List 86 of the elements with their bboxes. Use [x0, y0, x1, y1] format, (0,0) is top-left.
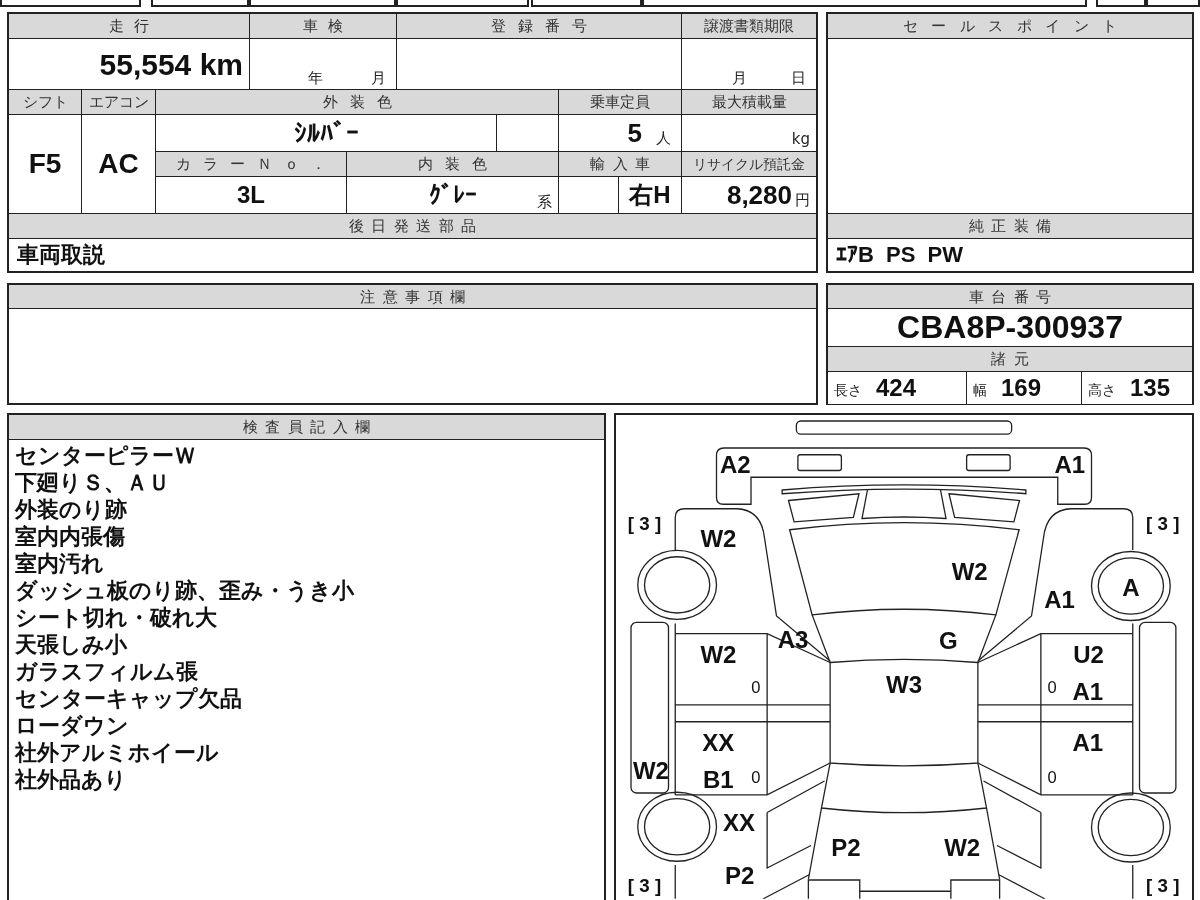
inspection-note: 社外アルミホイール [15, 739, 219, 766]
damage-code: W2 [700, 640, 737, 668]
capacity-unit: 人 [656, 131, 671, 149]
field-label: 車台番号 [828, 285, 1193, 309]
damage-code: P2 [831, 833, 861, 861]
equipment-value: ｴｱB PS PW [836, 242, 963, 268]
inspection-note: センターピラーＷ [15, 442, 196, 469]
damage-code: P2 [725, 862, 755, 889]
inspection-note: 社外品あり [15, 766, 127, 793]
inspection-note: ガラスフィルム張 [15, 658, 198, 685]
damage-code: W2 [700, 524, 737, 552]
field-label: 純正装備 [828, 214, 1193, 239]
inspection-note: ローダウン [15, 712, 129, 739]
inspection-note: 外装のり跡 [15, 496, 127, 523]
damage-code: A [1122, 574, 1140, 601]
inspection-note: 室内内張傷 [15, 523, 125, 550]
damage-code: W3 [886, 670, 922, 698]
shift-value: F5 [28, 148, 62, 180]
day-unit: 日 [791, 71, 806, 86]
inspection-note: 下廻りＳ、ＡＵ [15, 469, 170, 496]
inspection-note: 天張しみ小 [15, 631, 127, 658]
field-label: 注意事項欄 [9, 285, 817, 309]
tread-depth-mark: [ 3 ] [1146, 874, 1180, 896]
spec-value: 169 [1001, 374, 1042, 402]
mileage-value: 55,554 km [99, 47, 243, 81]
capacity-value: 5 [627, 118, 642, 148]
damage-code: XX [723, 808, 755, 836]
spec-label: 幅 [973, 381, 987, 400]
interior-color-value: ｸﾞﾚｰ [428, 181, 477, 209]
field-label: 諸元 [828, 347, 1193, 372]
color-suffix: 系 [537, 195, 553, 213]
damage-code: XX [702, 728, 735, 756]
chassis-number-value: CBA8P-300937 [897, 309, 1123, 346]
exterior-color-value: ｼﾙﾊﾞｰ [293, 118, 359, 148]
damage-code: A2 [719, 451, 751, 479]
spec-value: 135 [1130, 374, 1171, 402]
digit-mark: 0 [751, 768, 761, 787]
currency-unit: 円 [795, 193, 810, 211]
inspection-note: 室内汚れ [15, 550, 104, 577]
month-unit: 月 [732, 71, 747, 86]
damage-code: A1 [1072, 728, 1104, 756]
field-label: カラーＮｏ． [156, 152, 347, 177]
damage-code: A1 [1072, 677, 1104, 705]
damage-code: W2 [632, 757, 669, 784]
digit-mark: 0 [1047, 768, 1057, 787]
field-label: 内装色 [347, 152, 559, 177]
inspection-note: シート切れ・破れ大 [15, 604, 217, 631]
tread-depth-mark: [ 3 ] [627, 874, 662, 896]
field-label: 外装色 [156, 90, 559, 115]
damage-code: B1 [703, 766, 734, 794]
field-label: 検査員記入欄 [9, 415, 605, 440]
inspection-note: センターキャップ欠品 [15, 685, 242, 712]
field-label: シフト [9, 90, 82, 115]
spec-value: 424 [876, 374, 917, 402]
damage-code: W2 [944, 833, 981, 861]
damage-code: A1 [1054, 451, 1086, 479]
field-label: エアコン [82, 90, 156, 115]
field-label: 最大積載量 [682, 90, 817, 115]
field-label: セールスポイント [828, 14, 1193, 39]
field-label: 登録番号 [397, 14, 682, 39]
damage-code: G [938, 626, 958, 654]
month-unit: 月 [371, 71, 386, 86]
spec-label: 長さ [834, 381, 862, 400]
color-number-value: 3L [237, 181, 265, 209]
field-label: 車検 [250, 14, 397, 39]
field-label: 輸入車 [559, 152, 682, 177]
damage-code: W2 [951, 558, 988, 586]
field-label: リサイクル預託金 [682, 152, 817, 177]
field-label: 後日発送部品 [9, 214, 817, 239]
field-label: 走行 [9, 14, 250, 39]
field-label: 乗車定員 [559, 90, 682, 115]
tread-depth-mark: [ 3 ] [1146, 512, 1180, 534]
load-unit: kg [791, 132, 810, 147]
aircon-value: AC [98, 148, 139, 180]
digit-mark: 0 [751, 678, 761, 697]
inspection-note: ダッシュ板のり跡、歪み・うき小 [15, 577, 354, 604]
import-value: 右H [629, 181, 671, 209]
damage-code: U2 [1073, 640, 1104, 668]
year-unit: 年 [308, 71, 323, 86]
tread-depth-mark: [ 3 ] [627, 512, 662, 534]
shipped-parts-value: 車両取説 [17, 242, 105, 268]
digit-mark: 0 [1047, 678, 1057, 697]
recycle-deposit-value: 8,280 [726, 180, 792, 210]
damage-code: A1 [1044, 586, 1075, 614]
field-label: 譲渡書類期限 [682, 14, 817, 39]
spec-label: 高さ [1088, 381, 1116, 400]
